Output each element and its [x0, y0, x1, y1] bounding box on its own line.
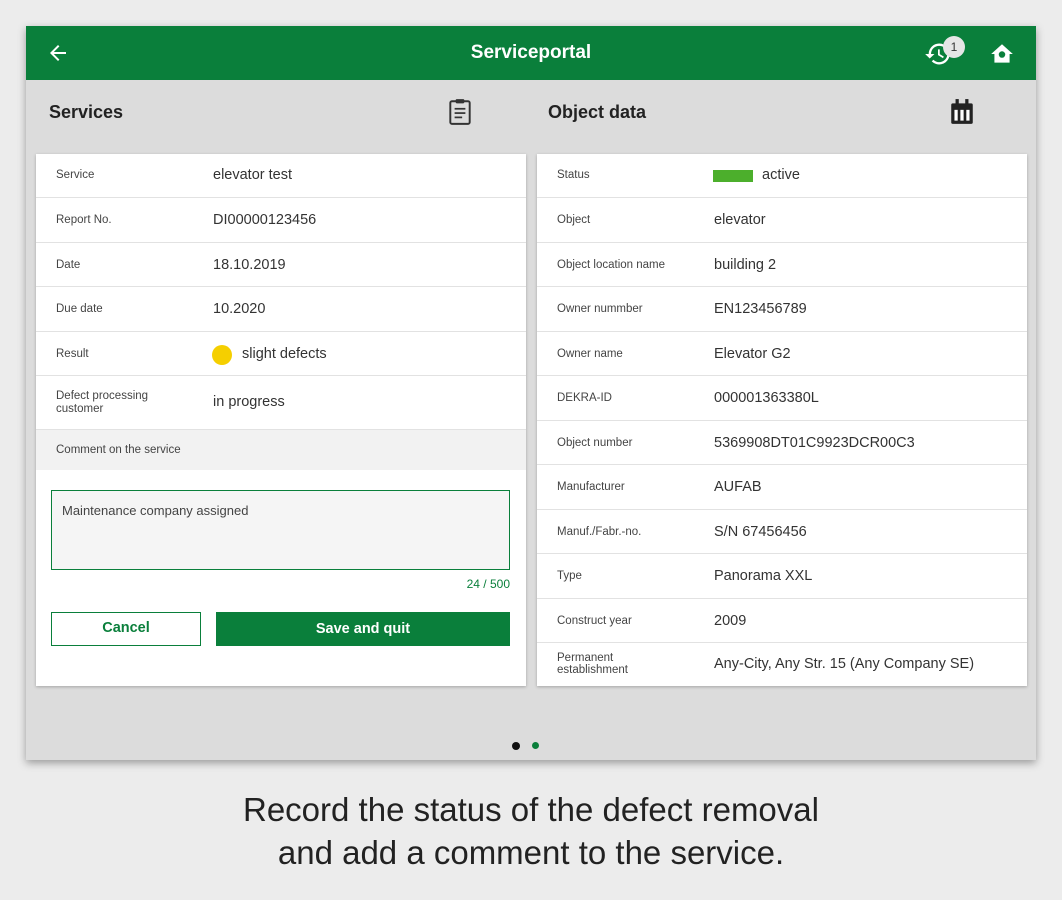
defect-processing-value[interactable]: in progress [213, 394, 285, 410]
pager-dot-1[interactable] [512, 742, 520, 750]
object-number-value: 5369908DT01C9923DCR00C3 [714, 435, 915, 451]
service-label: Service [56, 169, 95, 181]
service-value: elevator test [213, 167, 292, 183]
app-window: Serviceportal 1 Services Object data Ser… [26, 26, 1036, 760]
defect-processing-row[interactable]: Defect processing customer in progress [36, 376, 526, 430]
owner-number-value: EN123456789 [714, 301, 807, 317]
result-row: Result slight defects [36, 332, 526, 376]
manuf-no-row: Manuf./Fabr.-no. S/N 67456456 [537, 510, 1027, 554]
owner-number-label: Owner nummber [557, 303, 643, 315]
report-no-row: Report No. DI00000123456 [36, 198, 526, 243]
manuf-no-value: S/N 67456456 [714, 524, 807, 540]
services-title: Services [49, 102, 124, 122]
manufacturer-row: Manufacturer AUFAB [537, 465, 1027, 510]
construct-year-label: Construct year [557, 615, 632, 627]
owner-number-row: Owner nummber EN123456789 [537, 287, 1027, 332]
due-date-label: Due date [56, 303, 103, 315]
manuf-no-label: Manuf./Fabr.-no. [557, 526, 642, 538]
report-no-label: Report No. [56, 214, 112, 226]
home-icon[interactable] [989, 41, 1015, 67]
dekra-id-row: DEKRA-ID 000001363380L [537, 376, 1027, 421]
comment-header: Comment on the service [36, 430, 526, 470]
calendar-icon[interactable] [949, 98, 975, 126]
owner-name-label: Owner name [557, 348, 623, 360]
clipboard-icon[interactable] [447, 98, 473, 126]
object-data-card: Status active Object elevator Object loc… [537, 154, 1027, 686]
permanent-establishment-value: Any-City, Any Str. 15 (Any Company SE) [714, 656, 975, 672]
object-location-row: Object location name building 2 [537, 243, 1027, 287]
construct-year-value: 2009 [714, 613, 747, 629]
comment-label: Comment on the service [56, 444, 181, 456]
object-location-label: Object location name [557, 259, 666, 271]
cancel-button[interactable]: Cancel [51, 612, 201, 646]
dekra-id-label: DEKRA-ID [557, 392, 612, 404]
app-title: Serviceportal [470, 42, 592, 63]
status-indicator [713, 170, 753, 182]
app-bar: Serviceportal 1 [26, 26, 1036, 80]
type-value: Panorama XXL [714, 568, 813, 584]
caption-line-1: Record the status of the defect removal [243, 791, 819, 828]
pager-dot-2[interactable] [532, 742, 539, 749]
due-date-value: 10.2020 [213, 301, 266, 317]
type-row: Type Panorama XXL [537, 554, 1027, 599]
comment-char-counter: 24 / 500 [466, 577, 510, 591]
object-location-value: building 2 [714, 257, 777, 273]
save-and-quit-button[interactable]: Save and quit [216, 612, 510, 646]
status-label: Status [557, 169, 590, 181]
object-number-label: Object number [557, 437, 633, 449]
report-no-value: DI00000123456 [213, 212, 317, 228]
result-status-dot [212, 345, 232, 365]
owner-name-row: Owner name Elevator G2 [537, 332, 1027, 376]
owner-name-value: Elevator G2 [714, 346, 791, 362]
construct-year-row: Construct year 2009 [537, 599, 1027, 643]
object-data-title: Object data [548, 102, 647, 122]
object-row: Object elevator [537, 198, 1027, 243]
defect-processing-label: Defect processing customer [56, 390, 149, 415]
permanent-establishment-row: Permanent establishment Any-City, Any St… [537, 643, 1027, 686]
status-value: active [762, 167, 800, 183]
type-label: Type [557, 570, 582, 582]
object-label: Object [557, 214, 591, 226]
sync-count-badge: 1 [943, 36, 965, 58]
status-row: Status active [537, 154, 1027, 198]
service-row: Service elevator test [36, 154, 526, 198]
manufacturer-value: AUFAB [714, 479, 762, 495]
caption-line-2: and add a comment to the service. [277, 834, 785, 871]
date-row: Date 18.10.2019 [36, 243, 526, 287]
date-value: 18.10.2019 [213, 257, 286, 273]
result-label: Result [56, 348, 89, 360]
comment-textarea[interactable]: Maintenance company assigned [51, 490, 510, 570]
dekra-id-value: 000001363380L [714, 390, 819, 406]
manufacturer-label: Manufacturer [557, 481, 625, 493]
permanent-establishment-label: Permanent establishment [557, 652, 628, 676]
services-card: Service elevator test Report No. DI00000… [36, 154, 526, 686]
result-value: slight defects [242, 346, 327, 362]
due-date-row: Due date 10.2020 [36, 287, 526, 332]
date-label: Date [56, 259, 81, 271]
object-value: elevator [714, 212, 766, 228]
object-number-row: Object number 5369908DT01C9923DCR00C3 [537, 421, 1027, 465]
